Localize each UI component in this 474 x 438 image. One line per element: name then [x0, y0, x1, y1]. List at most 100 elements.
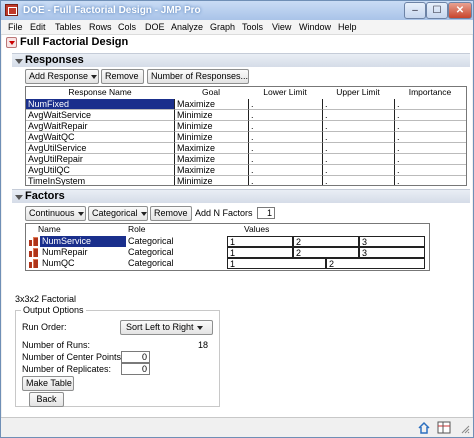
- app-icon: [5, 4, 18, 16]
- factor-name-cell[interactable]: NumService: [40, 236, 126, 247]
- response-name-cell[interactable]: AvgUtilQC: [26, 165, 174, 176]
- response-lower-cell[interactable]: .: [248, 132, 322, 143]
- factors-heading: Factors: [25, 190, 65, 202]
- red-triangle-menu-icon[interactable]: [6, 37, 17, 48]
- response-goal-cell[interactable]: Minimize: [174, 176, 248, 185]
- response-upper-cell[interactable]: .: [322, 132, 394, 143]
- factor-level-input[interactable]: 1: [227, 247, 293, 258]
- title-bar[interactable]: DOE - Full Factorial Design - JMP Pro – …: [1, 1, 473, 20]
- make-table-button[interactable]: Make Table: [22, 376, 74, 391]
- menu-doe[interactable]: DOE: [145, 22, 165, 32]
- response-goal-cell[interactable]: Maximize: [174, 165, 248, 176]
- menu-edit[interactable]: Edit: [30, 22, 46, 32]
- response-lower-cell[interactable]: .: [248, 99, 322, 110]
- home-icon[interactable]: [417, 421, 431, 434]
- n-factors-input[interactable]: 1: [257, 207, 275, 219]
- col-importance: Importance: [408, 87, 452, 97]
- continuous-button[interactable]: Continuous: [25, 206, 86, 221]
- response-importance-cell[interactable]: .: [394, 143, 466, 154]
- minimize-button[interactable]: –: [404, 2, 426, 19]
- resize-grip-icon[interactable]: [457, 421, 471, 434]
- response-goal-cell[interactable]: Minimize: [174, 110, 248, 121]
- response-lower-cell[interactable]: .: [248, 165, 322, 176]
- response-upper-cell[interactable]: .: [322, 121, 394, 132]
- menu-cols[interactable]: Cols: [118, 22, 136, 32]
- factor-level-input[interactable]: 2: [293, 247, 359, 258]
- response-goal-cell[interactable]: Minimize: [174, 132, 248, 143]
- menu-file[interactable]: File: [8, 22, 23, 32]
- menu-bar: File Edit Tables Rows Cols DOE Analyze G…: [1, 20, 473, 35]
- response-name-cell[interactable]: AvgUtilRepair: [26, 154, 174, 165]
- factors-table: Name Role Values NumService Categorical 1 2…: [25, 223, 430, 271]
- menu-tables[interactable]: Tables: [55, 22, 81, 32]
- back-button[interactable]: Back: [29, 392, 64, 407]
- replicates-input[interactable]: 0: [121, 363, 150, 375]
- factor-level-input[interactable]: 3: [359, 247, 425, 258]
- factor-level-input[interactable]: 2: [293, 236, 359, 247]
- response-lower-cell[interactable]: .: [248, 110, 322, 121]
- factor-level-input[interactable]: 1: [227, 258, 326, 269]
- menu-tools[interactable]: Tools: [242, 22, 263, 32]
- remove-factor-button[interactable]: Remove: [150, 206, 192, 221]
- response-importance-cell[interactable]: .: [394, 132, 466, 143]
- response-importance-cell[interactable]: .: [394, 165, 466, 176]
- menu-view[interactable]: View: [272, 22, 291, 32]
- remove-response-button[interactable]: Remove: [101, 69, 144, 84]
- response-lower-cell[interactable]: .: [248, 176, 322, 185]
- disclosure-icon[interactable]: [15, 195, 23, 200]
- categorical-button[interactable]: Categorical: [88, 206, 148, 221]
- response-importance-cell[interactable]: .: [394, 99, 466, 110]
- factor-categorical-icon: [29, 259, 39, 268]
- menu-graph[interactable]: Graph: [210, 22, 235, 32]
- response-importance-cell[interactable]: .: [394, 154, 466, 165]
- center-points-input[interactable]: 0: [121, 351, 150, 363]
- response-name-cell[interactable]: AvgWaitQC: [26, 132, 174, 143]
- response-upper-cell[interactable]: .: [322, 176, 394, 185]
- response-goal-cell[interactable]: Minimize: [174, 121, 248, 132]
- factor-name-cell[interactable]: NumRepair: [40, 247, 120, 258]
- factor-level-input[interactable]: 2: [326, 258, 425, 269]
- response-upper-cell[interactable]: .: [322, 154, 394, 165]
- response-name-cell[interactable]: AvgUtilService: [26, 143, 174, 154]
- factor-level-input[interactable]: 3: [359, 236, 425, 247]
- response-lower-cell[interactable]: .: [248, 154, 322, 165]
- chevron-down-icon: [196, 325, 203, 330]
- response-goal-cell[interactable]: Maximize: [174, 143, 248, 154]
- close-button[interactable]: ✕: [448, 2, 472, 19]
- run-order-select[interactable]: Sort Left to Right: [120, 320, 213, 335]
- response-name-cell[interactable]: TimeInSystem: [26, 176, 174, 185]
- response-importance-cell[interactable]: .: [394, 110, 466, 121]
- response-importance-cell[interactable]: .: [394, 121, 466, 132]
- response-name-cell[interactable]: AvgWaitRepair: [26, 121, 174, 132]
- response-goal-cell[interactable]: Maximize: [174, 99, 248, 110]
- menu-rows[interactable]: Rows: [89, 22, 112, 32]
- menu-analyze[interactable]: Analyze: [171, 22, 203, 32]
- disclosure-icon[interactable]: [15, 59, 23, 64]
- factors-section-bar[interactable]: Factors: [12, 189, 470, 203]
- factor-level-input[interactable]: 1: [227, 236, 293, 247]
- factor-name-cell[interactable]: NumQC: [40, 258, 120, 269]
- table-icon[interactable]: [437, 421, 451, 434]
- response-lower-cell[interactable]: .: [248, 121, 322, 132]
- response-upper-cell[interactable]: .: [322, 143, 394, 154]
- factor-role-cell: Categorical: [128, 258, 174, 268]
- response-upper-cell[interactable]: .: [322, 110, 394, 121]
- maximize-button[interactable]: ☐: [426, 2, 448, 19]
- response-importance-cell[interactable]: .: [394, 176, 466, 185]
- jmp-window: DOE - Full Factorial Design - JMP Pro – …: [0, 0, 474, 438]
- response-upper-cell[interactable]: .: [322, 165, 394, 176]
- add-response-button[interactable]: Add Response: [25, 69, 99, 84]
- response-upper-cell[interactable]: .: [322, 99, 394, 110]
- responses-section-bar[interactable]: Responses: [12, 53, 470, 67]
- number-of-responses-button[interactable]: Number of Responses...: [147, 69, 249, 84]
- menu-help[interactable]: Help: [338, 22, 357, 32]
- design-label: 3x3x2 Factorial: [15, 294, 77, 304]
- number-of-runs-label: Number of Runs:: [22, 340, 91, 350]
- factor-categorical-icon: [29, 237, 39, 246]
- menu-window[interactable]: Window: [299, 22, 331, 32]
- response-lower-cell[interactable]: .: [248, 143, 322, 154]
- response-name-cell[interactable]: NumFixed: [26, 99, 174, 110]
- responses-table: Response Name Goal Lower Limit Upper Lim…: [25, 86, 467, 186]
- response-name-cell[interactable]: AvgWaitService: [26, 110, 174, 121]
- response-goal-cell[interactable]: Maximize: [174, 154, 248, 165]
